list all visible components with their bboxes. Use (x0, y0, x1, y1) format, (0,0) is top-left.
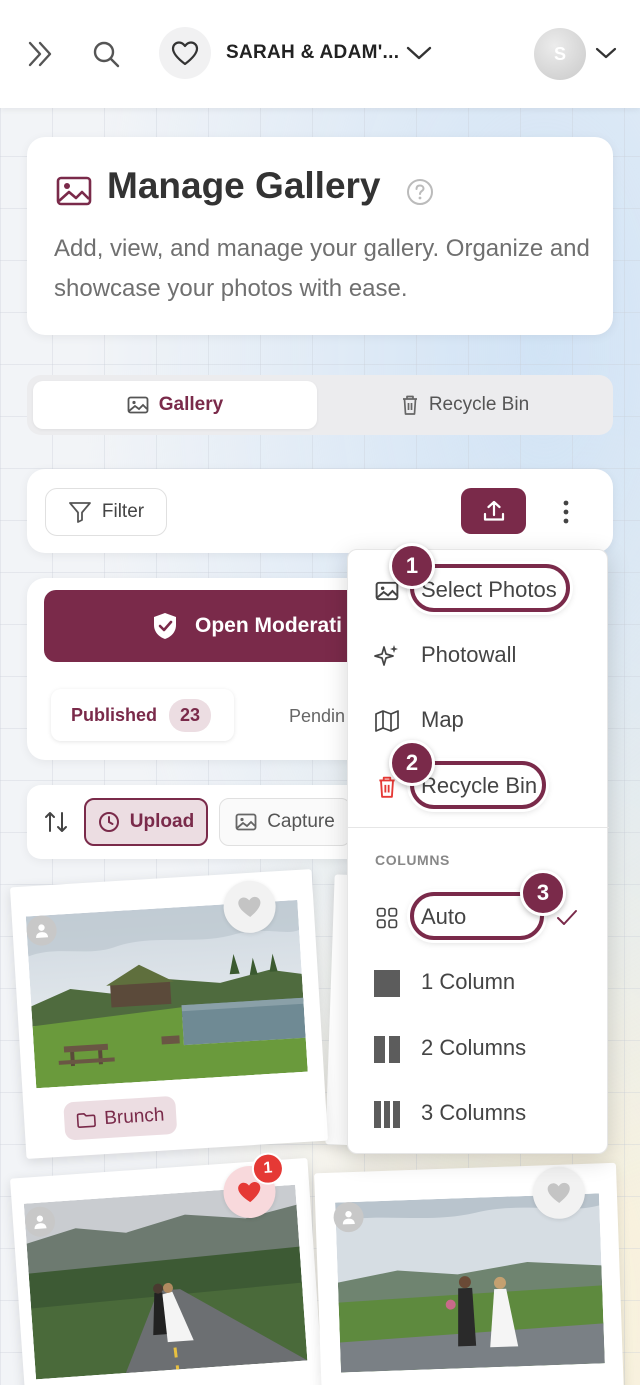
toolbar-card: Filter (27, 469, 613, 553)
photo-card[interactable]: 1 (9, 1151, 325, 1385)
upload-button[interactable] (461, 488, 526, 534)
folder-icon (76, 1113, 96, 1128)
one-column-icon (374, 969, 400, 997)
columns-section-header: COLUMNS (375, 852, 450, 868)
grid-icon (374, 905, 400, 931)
tab-gallery-label: Gallery (158, 394, 224, 415)
photo-card[interactable] (314, 1162, 624, 1385)
sort-icon[interactable] (43, 809, 69, 840)
page-header-card: Manage Gallery Add, view, and manage you… (27, 137, 613, 335)
annotation-badge: 3 (520, 870, 566, 916)
menu-item-one-column[interactable]: 1 Column (348, 952, 609, 1012)
clock-icon (98, 812, 119, 832)
tab-recycle-bin-label: Recycle Bin (428, 394, 530, 415)
event-title[interactable]: SARAH & ADAM'... (226, 42, 399, 64)
photo-card[interactable]: Brunch (9, 869, 329, 1159)
tab-published[interactable]: Published 23 (51, 689, 234, 741)
album-tag-label: Brunch (103, 1104, 165, 1130)
event-chevron-down-icon[interactable] (405, 42, 433, 64)
filter-icon (68, 502, 91, 523)
published-count-badge: 23 (169, 698, 212, 732)
annotation-badge: 2 (389, 740, 435, 786)
moderation-card: Open Moderati Published 23 Pendin (27, 578, 364, 760)
trash-icon (402, 395, 417, 415)
options-menu: Select Photos Photowall Map Recycle Bin … (347, 549, 609, 1154)
image-icon (127, 396, 149, 414)
photo-couple-road[interactable] (23, 1184, 308, 1380)
menu-item-label: Map (421, 707, 464, 732)
avatar[interactable]: S (534, 28, 586, 80)
sort-capture-chip[interactable]: Capture (219, 798, 351, 846)
sort-card: Upload Capture (27, 785, 357, 859)
expand-sidebar-icon[interactable] (24, 38, 58, 70)
gallery-image-icon (55, 175, 93, 207)
open-moderation-button[interactable]: Open Moderati (44, 590, 364, 662)
sort-capture-label: Capture (267, 811, 335, 832)
sort-upload-chip[interactable]: Upload (84, 798, 208, 846)
open-moderation-label: Open Moderati (195, 614, 343, 637)
page-title: Manage Gallery (107, 165, 381, 206)
photo-couple-field[interactable] (335, 1193, 605, 1373)
account-chevron-down-icon[interactable] (594, 44, 618, 62)
shield-check-icon (154, 613, 176, 639)
image-icon (235, 813, 257, 831)
event-heart-icon[interactable] (159, 27, 211, 79)
menu-item-label: 3 Columns (421, 1100, 527, 1125)
filter-button[interactable]: Filter (45, 488, 167, 536)
menu-item-label: 1 Column (421, 969, 516, 994)
selected-check-icon (556, 907, 578, 933)
filter-label: Filter (101, 501, 145, 522)
annotation-badge: 1 (389, 543, 435, 589)
page-description: Add, view, and manage your gallery. Orga… (54, 235, 590, 302)
menu-item-photowall[interactable]: Photowall (348, 625, 609, 685)
menu-item-map[interactable]: Map (348, 690, 609, 750)
three-columns-icon (374, 1100, 401, 1128)
upload-icon (483, 500, 504, 521)
gallery-tabs: Gallery Recycle Bin (27, 375, 613, 435)
search-icon[interactable] (90, 38, 122, 70)
map-icon (374, 708, 400, 734)
help-icon[interactable] (405, 177, 435, 207)
menu-item-label: Photowall (421, 642, 517, 667)
tab-recycle-bin[interactable]: Recycle Bin (323, 381, 607, 429)
menu-item-three-columns[interactable]: 3 Columns (348, 1083, 609, 1143)
more-options-icon[interactable] (552, 497, 580, 527)
album-tag[interactable]: Brunch (63, 1095, 178, 1141)
menu-item-label: 2 Columns (421, 1035, 527, 1060)
sparkles-icon (374, 643, 400, 669)
menu-item-two-columns[interactable]: 2 Columns (348, 1018, 609, 1078)
menu-divider (348, 827, 609, 828)
sort-upload-label: Upload (129, 811, 195, 832)
published-label: Published (71, 704, 158, 725)
photo-lake-cabin[interactable] (25, 899, 308, 1089)
top-bar: SARAH & ADAM'... S (0, 0, 640, 108)
two-columns-icon (374, 1035, 400, 1063)
tab-gallery[interactable]: Gallery (33, 381, 317, 429)
